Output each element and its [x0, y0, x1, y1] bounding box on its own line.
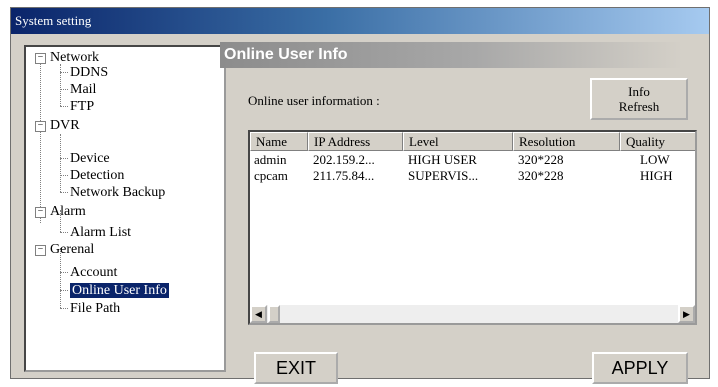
list-header: Name IP Address Level Resolution Quality [250, 132, 695, 151]
cell-resolution: 320*228 [518, 168, 564, 183]
tree-item-ddns[interactable]: DDNS [70, 64, 108, 81]
cell-quality: LOW [640, 152, 670, 167]
info-refresh-button[interactable]: Info Refresh [590, 78, 688, 120]
collapse-alarm-icon[interactable]: − [35, 207, 46, 218]
tree-item-device[interactable]: Device [70, 150, 110, 167]
info-refresh-line2: Refresh [618, 99, 660, 114]
panel-title: Online User Info [220, 42, 683, 68]
cell-ip-address: 211.75.84... [313, 168, 375, 183]
cell-name: cpcam [254, 168, 288, 183]
tree-network-line [60, 64, 61, 106]
tree-root-line [40, 59, 41, 223]
tree-connector [60, 89, 68, 90]
tree-group-general[interactable]: Gerenal [50, 241, 94, 258]
cell-name: admin [254, 152, 287, 167]
scroll-thumb[interactable] [268, 305, 280, 323]
tree-connector [60, 290, 68, 291]
column-header-name[interactable]: Name [250, 132, 308, 151]
tree-item-online-user-info-label: Online User Info [70, 283, 169, 298]
cell-quality: HIGH [640, 168, 673, 183]
tree-item-alarm-list[interactable]: Alarm List [70, 224, 131, 241]
tree-item-detection[interactable]: Detection [70, 167, 124, 184]
horizontal-scrollbar[interactable]: ◀ ▶ [250, 305, 695, 323]
tree-connector [60, 72, 68, 73]
tree-dvr-line [60, 134, 61, 192]
tree-connector [60, 175, 68, 176]
info-refresh-line1: Info [628, 84, 650, 99]
tree-connector [60, 192, 68, 193]
tree-connector [60, 308, 68, 309]
apply-button[interactable]: APPLY [592, 352, 688, 384]
tree-group-dvr[interactable]: DVR [50, 117, 80, 134]
collapse-network-icon[interactable]: − [35, 53, 46, 64]
collapse-general-icon[interactable]: − [35, 245, 46, 256]
online-users-list[interactable]: Name IP Address Level Resolution Quality… [248, 130, 697, 325]
settings-tree[interactable]: − Network DDNS Mail FTP − DVR Device Det… [24, 45, 226, 372]
tree-item-online-user-info[interactable]: Online User Info [70, 282, 169, 299]
cell-ip-address: 202.159.2... [313, 152, 375, 167]
collapse-dvr-icon[interactable]: − [35, 121, 46, 132]
cell-level: SUPERVIS... [408, 168, 479, 183]
tree-group-alarm[interactable]: Alarm [50, 203, 86, 220]
tree-item-ftp[interactable]: FTP [70, 98, 94, 115]
tree-item-mail[interactable]: Mail [70, 81, 96, 98]
online-user-information-label: Online user information : [248, 93, 380, 108]
cell-resolution: 320*228 [518, 152, 564, 167]
tree-connector [60, 158, 68, 159]
column-header-level[interactable]: Level [403, 132, 513, 151]
tree-item-account[interactable]: Account [70, 264, 117, 281]
column-header-quality[interactable]: Quality [620, 132, 695, 151]
tree-connector [60, 272, 68, 273]
scroll-right-icon[interactable]: ▶ [678, 305, 695, 323]
tree-connector [60, 232, 68, 233]
tree-item-file-path[interactable]: File Path [70, 300, 120, 317]
tree-connector [60, 106, 68, 107]
scroll-left-icon[interactable]: ◀ [250, 305, 267, 323]
exit-button[interactable]: EXIT [254, 352, 338, 384]
column-header-ip-address[interactable]: IP Address [308, 132, 403, 151]
column-header-resolution[interactable]: Resolution [513, 132, 620, 151]
tree-item-network-backup[interactable]: Network Backup [70, 184, 165, 201]
cell-level: HIGH USER [408, 152, 477, 167]
window-title: System setting [11, 8, 709, 34]
